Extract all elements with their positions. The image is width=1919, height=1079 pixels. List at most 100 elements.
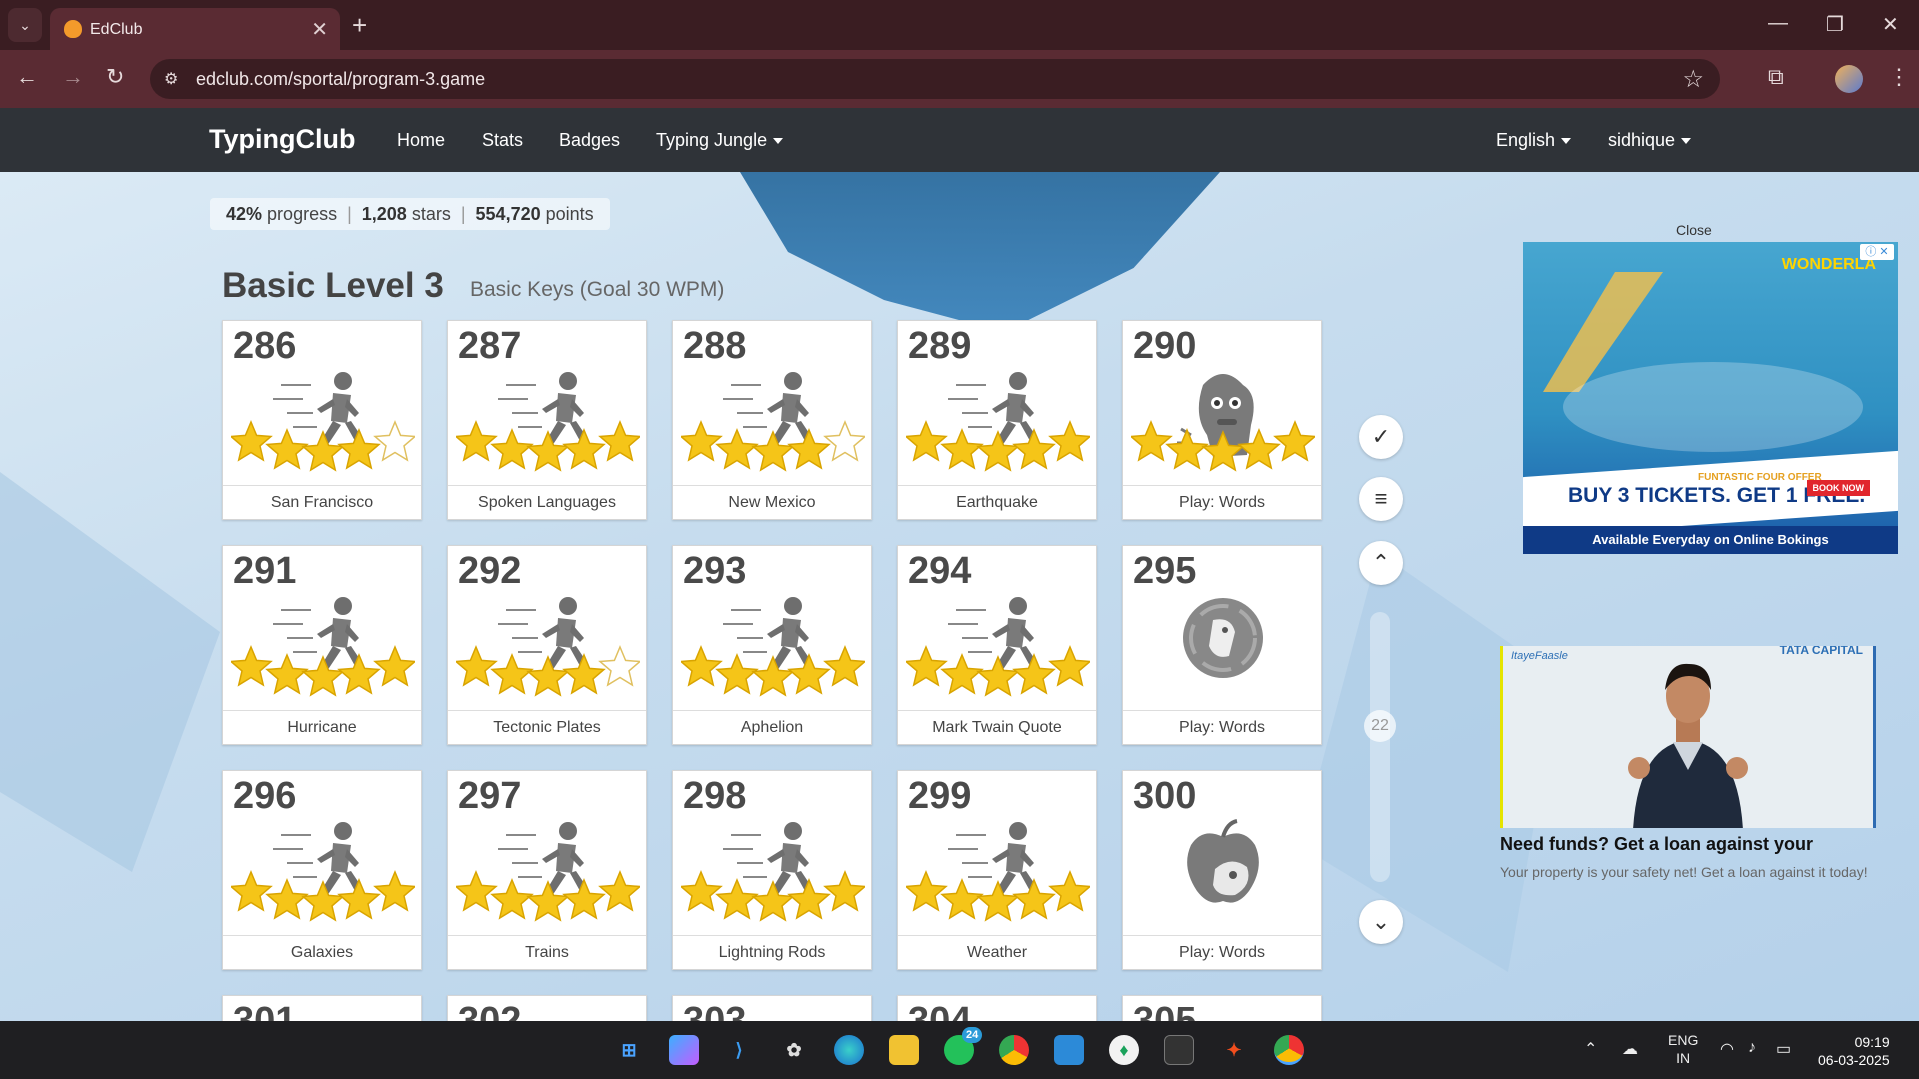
lesson-card[interactable]: 305 [1122, 995, 1322, 1021]
star-filled-icon [976, 430, 1020, 472]
chrome-icon[interactable] [999, 1035, 1029, 1065]
language-dropdown[interactable]: English [1496, 130, 1572, 151]
lesson-number: 303 [683, 1000, 747, 1021]
mongodb-icon[interactable]: ♦ [1109, 1035, 1139, 1065]
star-filled-icon [562, 878, 606, 920]
wonderla-ad[interactable]: WONDERLA ⓘ ✕ FUNTASTIC FOUR OFFER BUY 3 … [1523, 242, 1898, 554]
star-filled-icon [456, 645, 498, 687]
lesson-card[interactable]: 286 San Francisco [222, 320, 422, 520]
star-filled-icon [598, 870, 640, 912]
copilot-icon[interactable] [669, 1035, 699, 1065]
start-icon[interactable]: ⊞ [614, 1035, 644, 1065]
whatsapp-icon[interactable]: 24 [944, 1027, 983, 1065]
stars-count: 1,208 [361, 204, 407, 224]
clock-time: 09:19 [1854, 1034, 1890, 1050]
restore-icon[interactable]: ❐ [1826, 12, 1844, 37]
lesson-card[interactable]: 288 New Mexico [672, 320, 872, 520]
clock-date: 06-03-2025 [1818, 1052, 1890, 1068]
level-title: Basic Level 3 [222, 266, 444, 305]
lesson-card[interactable]: 302 [447, 995, 647, 1021]
lesson-card[interactable]: 300 Play: Words [1122, 770, 1322, 970]
close-tab-icon[interactable]: ✕ [311, 17, 328, 42]
battery-icon[interactable]: ▭ [1776, 1039, 1791, 1059]
lesson-card[interactable]: 292 Tectonic Plates [447, 545, 647, 745]
ad-footer: Available Everyday on Online Bokings [1523, 526, 1898, 554]
ad-headline[interactable]: Need funds? Get a loan against your [1500, 834, 1813, 855]
lesson-card[interactable]: 289 Earthquake [897, 320, 1097, 520]
chrome-active-icon[interactable] [1274, 1035, 1304, 1065]
star-filled-icon [456, 420, 498, 462]
browser-tab[interactable]: EdClub ✕ [50, 8, 340, 50]
volume-icon[interactable]: ♪ [1748, 1039, 1756, 1057]
show-hidden-icons-icon[interactable]: ⌃ [1584, 1039, 1597, 1059]
extensions-icon[interactable]: ⧉ [1768, 64, 1784, 90]
bookmark-star-icon[interactable]: ☆ [1682, 65, 1704, 94]
notepad-icon[interactable] [1054, 1035, 1084, 1065]
brand-logo[interactable]: TypingClub [209, 124, 355, 155]
ad-book-now[interactable]: BOOK NOW [1806, 480, 1870, 496]
level-subtitle: Basic Keys (Goal 30 WPM) [470, 278, 725, 301]
new-tab-button[interactable]: + [352, 10, 367, 41]
lesson-card[interactable]: 298 Lightning Rods [672, 770, 872, 970]
lesson-card[interactable]: 301 [222, 995, 422, 1021]
close-ad-link[interactable]: Close [1676, 224, 1712, 236]
star-filled-icon [906, 420, 948, 462]
lesson-card[interactable]: 296 Galaxies [222, 770, 422, 970]
url-text[interactable]: edclub.com/sportal/program-3.game [196, 69, 485, 90]
lesson-number: 291 [233, 550, 297, 592]
nav-home[interactable]: Home [397, 130, 445, 151]
scroll-down-button[interactable]: ⌄ [1359, 900, 1403, 944]
lesson-card[interactable]: 303 [672, 995, 872, 1021]
wifi-icon[interactable]: ◠ [1720, 1039, 1734, 1059]
lesson-card[interactable]: 294 Mark Twain Quote [897, 545, 1097, 745]
nav-typing-jungle[interactable]: Typing Jungle [656, 130, 784, 151]
clock[interactable]: 09:19 06-03-2025 [1818, 1033, 1890, 1069]
user-dropdown[interactable]: sidhique [1608, 130, 1692, 151]
site-info-icon[interactable]: ⚙ [164, 69, 178, 89]
star-filled-icon [1237, 428, 1281, 470]
file-explorer-icon[interactable] [889, 1035, 919, 1065]
nav-stats[interactable]: Stats [482, 130, 523, 151]
star-filled-icon [976, 880, 1020, 922]
back-icon[interactable]: ← [16, 64, 38, 90]
profile-avatar[interactable] [1835, 65, 1863, 93]
star-filled-icon [1048, 420, 1090, 462]
level-scrollbar[interactable] [1370, 612, 1390, 882]
lesson-card[interactable]: 297 Trains [447, 770, 647, 970]
lesson-name: Spoken Languages [448, 485, 646, 519]
close-window-icon[interactable]: ✕ [1882, 12, 1899, 37]
language-label: English [1496, 130, 1556, 150]
star-filled-icon [823, 870, 865, 912]
browser-menu-icon[interactable]: ⋮ [1888, 64, 1910, 90]
scroll-up-button[interactable]: ⌃ [1359, 541, 1403, 585]
forward-icon[interactable]: → [62, 64, 84, 90]
minimize-icon[interactable]: — [1768, 12, 1788, 35]
nav-badges[interactable]: Badges [559, 130, 620, 151]
language-indicator[interactable]: ENG IN [1668, 1031, 1698, 1067]
figma-icon[interactable]: ✦ [1219, 1035, 1249, 1065]
reload-icon[interactable]: ↻ [106, 64, 124, 90]
lesson-stars [906, 645, 1090, 697]
chatgpt-icon[interactable]: ✿ [779, 1035, 809, 1065]
star-filled-icon [231, 420, 273, 462]
check-progress-button[interactable]: ✓ [1359, 415, 1403, 459]
edge-icon[interactable] [834, 1035, 864, 1065]
address-bar[interactable]: ⚙ edclub.com/sportal/program-3.game ☆ [150, 59, 1720, 99]
lesson-card[interactable]: 304 [897, 995, 1097, 1021]
lesson-card[interactable]: 290 Play: Words [1122, 320, 1322, 520]
lesson-card[interactable]: 287 Spoken Languages [447, 320, 647, 520]
vscode-icon[interactable]: ⟩ [724, 1035, 754, 1065]
lesson-stars [681, 420, 865, 472]
tab-title: EdClub [90, 21, 143, 38]
onedrive-icon[interactable]: ☁ [1622, 1039, 1638, 1059]
lesson-card[interactable]: 295 Play: Words [1122, 545, 1322, 745]
menu-list-button[interactable]: ≡ [1359, 477, 1403, 521]
tab-search-dropdown[interactable]: ⌄ [8, 8, 42, 42]
terminal-icon[interactable] [1164, 1035, 1194, 1065]
tata-capital-ad[interactable]: ItayeFaasle TATA CAPITAL [1500, 646, 1876, 828]
lesson-card[interactable]: 299 Weather [897, 770, 1097, 970]
adchoices-icon[interactable]: ⓘ ✕ [1860, 244, 1894, 260]
nav-typing-jungle-label: Typing Jungle [656, 130, 768, 150]
lesson-card[interactable]: 291 Hurricane [222, 545, 422, 745]
lesson-card[interactable]: 293 Aphelion [672, 545, 872, 745]
